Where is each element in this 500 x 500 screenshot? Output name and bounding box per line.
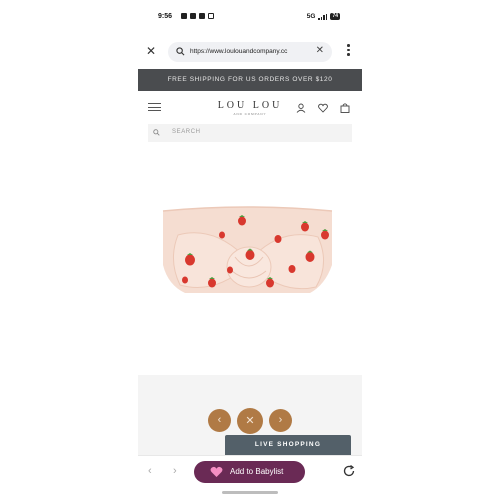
site-logo[interactable]: LOU LOU AND COMPANY — [208, 100, 292, 116]
status-bar: 9:56 5G 74 — [138, 10, 362, 24]
wishlist-heart-icon[interactable] — [318, 103, 328, 113]
shopping-bag-icon[interactable] — [340, 103, 350, 113]
search-icon — [153, 129, 160, 136]
site-search-input[interactable]: SEARCH — [148, 124, 352, 142]
square-icon — [208, 13, 214, 19]
babylist-label: Add to Babylist — [230, 467, 284, 476]
product-image[interactable] — [160, 205, 335, 305]
hamburger-menu-icon[interactable] — [148, 103, 161, 111]
clear-url-icon[interactable]: ✕ — [316, 45, 324, 56]
teams-icon — [199, 13, 205, 19]
search-placeholder: SEARCH — [172, 129, 201, 135]
chevron-left-icon[interactable]: ‹ — [208, 409, 231, 432]
forward-arrow-icon[interactable]: › — [173, 465, 177, 477]
battery-indicator: 74 — [330, 13, 340, 20]
status-time: 9:56 — [158, 13, 173, 20]
signal-icon — [318, 13, 328, 20]
network-label: 5G — [306, 13, 316, 20]
url-bar[interactable]: https://www.loulouandcompany.cc ✕ — [168, 42, 332, 62]
logo-text: LOU LOU — [217, 100, 283, 111]
notification-icons — [181, 13, 214, 19]
phone-screen: 9:56 5G 74 ✕ https://www.loulouandcompan… — [138, 0, 362, 500]
site-header: LOU LOU AND COMPANY — [138, 96, 362, 120]
chevron-right-icon[interactable]: › — [269, 409, 292, 432]
bottom-toolbar: ‹ › Add to Babylist — [138, 455, 362, 489]
close-icon[interactable]: ✕ — [237, 408, 263, 434]
account-icon[interactable] — [296, 103, 306, 113]
url-text[interactable]: https://www.loulouandcompany.cc — [190, 48, 310, 55]
search-icon — [176, 47, 185, 56]
refresh-icon[interactable] — [342, 464, 356, 478]
add-to-babylist-button[interactable]: Add to Babylist — [194, 461, 305, 483]
status-right: 5G 74 — [307, 13, 340, 20]
app-icon — [190, 13, 196, 19]
back-arrow-icon[interactable]: ‹ — [148, 465, 152, 477]
home-indicator[interactable] — [222, 491, 278, 494]
browser-toolbar: ✕ https://www.loulouandcompany.cc ✕ — [138, 40, 362, 64]
more-menu-icon[interactable] — [347, 44, 350, 56]
live-shopping-button[interactable]: LIVE SHOPPING — [225, 435, 351, 455]
logo-subtext: AND COMPANY — [233, 112, 267, 116]
heart-icon — [210, 466, 223, 477]
close-tab-icon[interactable]: ✕ — [146, 44, 156, 58]
linkedin-icon — [181, 13, 187, 19]
promo-banner: FREE SHIPPING FOR US ORDERS OVER $120 — [138, 69, 362, 91]
